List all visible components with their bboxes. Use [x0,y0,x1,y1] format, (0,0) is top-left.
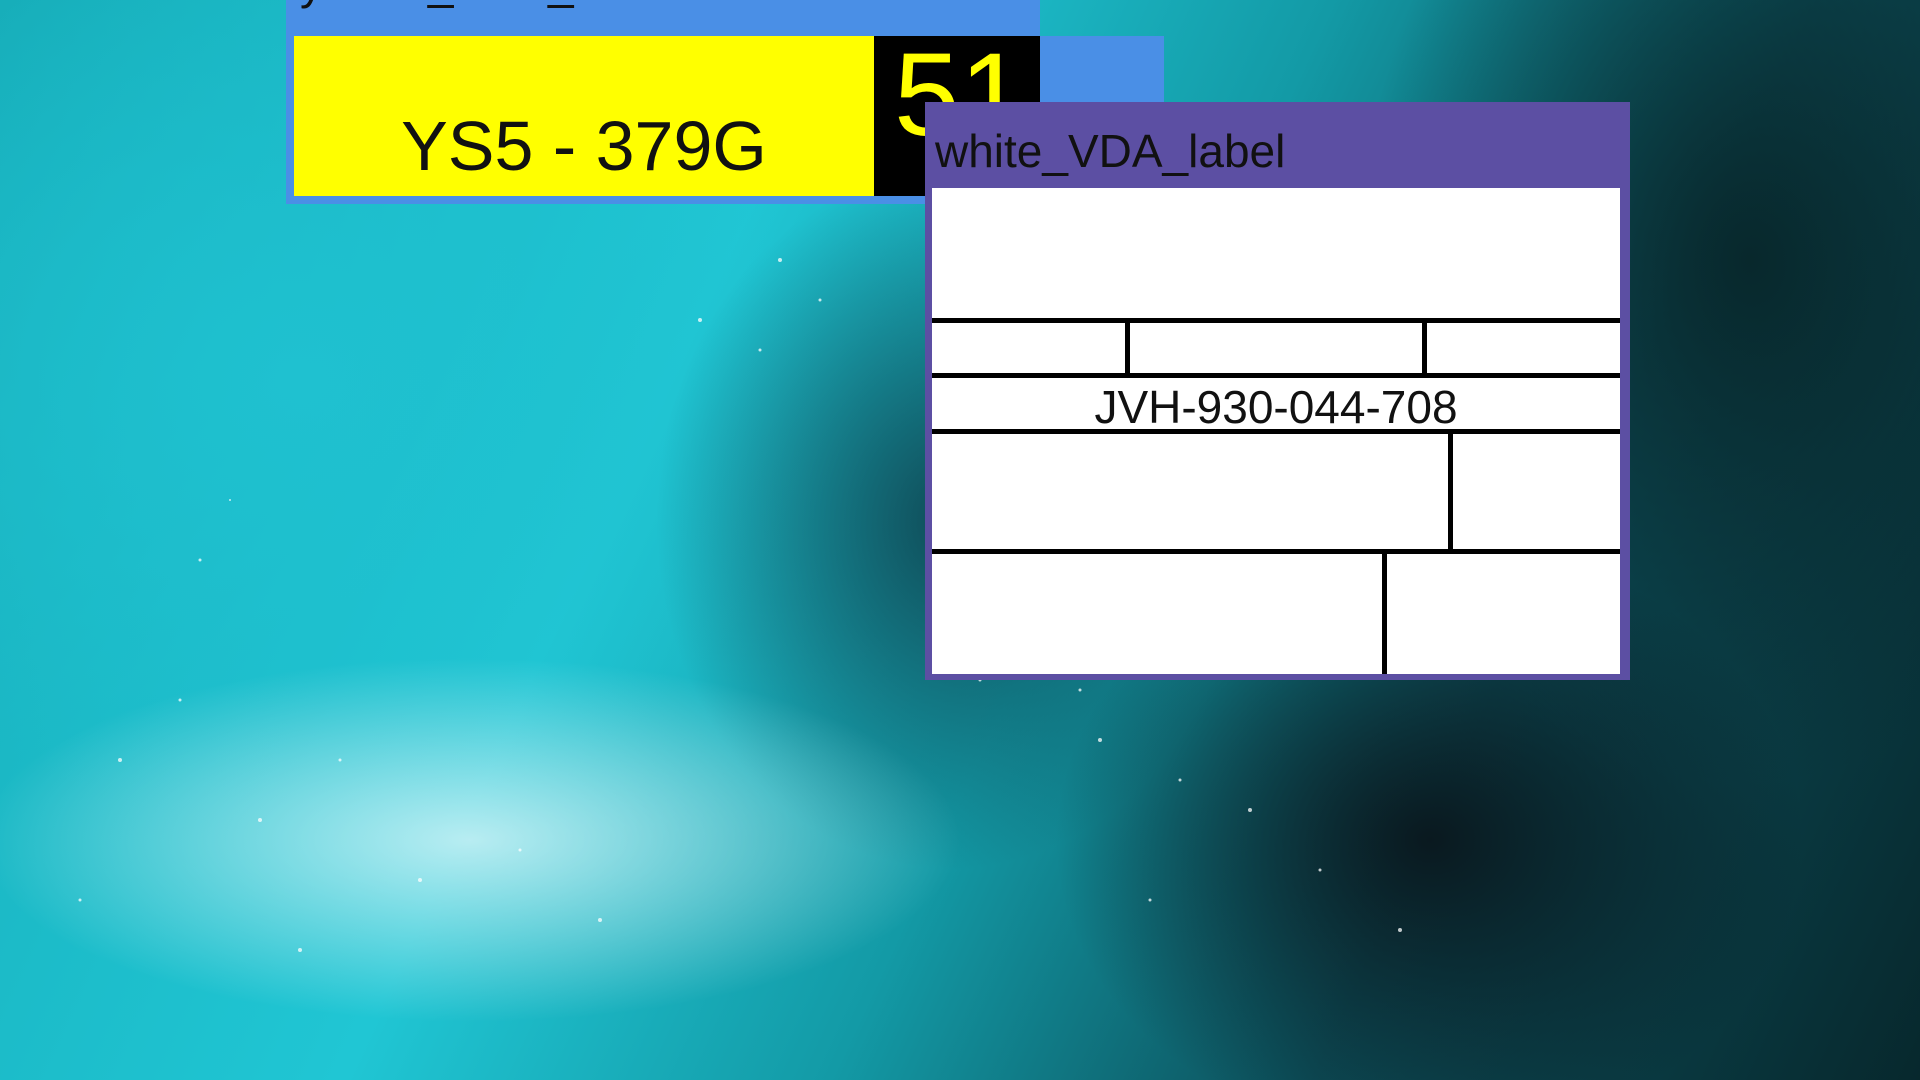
white-vda-label-window[interactable]: white_VDA_label JVH-930-044-708 [925,102,1630,680]
serial-number: JVH-930-044-708 [1094,381,1458,433]
plate-panel: YS5 - 379G [294,36,874,196]
row-divider [932,429,1620,434]
window-title-bar[interactable]: yellow_VDA_label [286,0,1040,32]
white-label-form: JVH-930-044-708 [932,188,1620,674]
row-divider [932,318,1620,323]
window-title: white_VDA_label [935,125,1286,177]
row-divider [932,373,1620,378]
window-title-bar[interactable]: white_VDA_label [925,102,1630,184]
column-divider [1125,318,1130,375]
row-divider [932,549,1620,554]
column-divider [1448,429,1453,551]
window-title: yellow_VDA_label [300,0,671,9]
column-divider [1382,549,1387,674]
column-divider [1422,318,1427,375]
plate-text: YS5 - 379G [401,107,767,185]
